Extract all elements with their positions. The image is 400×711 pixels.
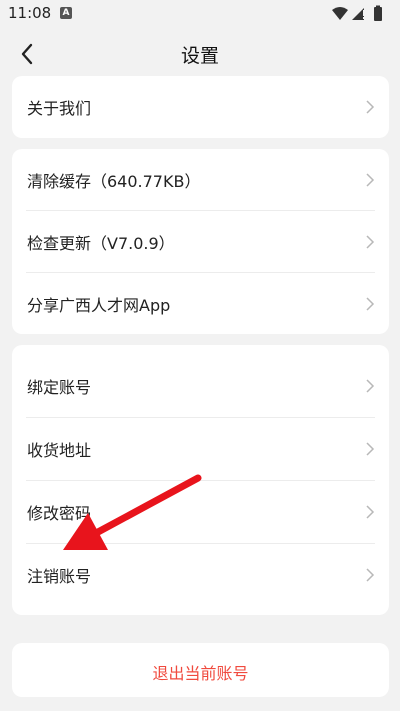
logout-label: 退出当前账号 (152, 664, 249, 683)
chevron-right-icon (366, 173, 375, 187)
settings-item-check-update[interactable]: 检查更新（V7.0.9） (12, 211, 389, 273)
settings-item-about-us[interactable]: 关于我们 (12, 76, 389, 138)
settings-item-cancel-account[interactable]: 注销账号 (12, 544, 389, 606)
settings-item-clear-cache[interactable]: 清除缓存（640.77KB） (12, 149, 389, 211)
chevron-right-icon (366, 297, 375, 311)
header: 设置 (0, 28, 400, 80)
settings-item-label: 检查更新（V7.0.9） (27, 234, 175, 253)
settings-item-label: 收货地址 (27, 441, 92, 460)
settings-item-label: 关于我们 (27, 99, 92, 118)
wifi-icon (332, 7, 348, 20)
chevron-right-icon (366, 379, 375, 393)
settings-item-label: 绑定账号 (27, 378, 92, 397)
status-time: 11:08 (8, 4, 52, 22)
status-bar: 11:08 A (0, 0, 400, 28)
chevron-right-icon (366, 505, 375, 519)
page-title: 设置 (180, 45, 219, 67)
chevron-right-icon (366, 235, 375, 249)
settings-card-app: 清除缓存（640.77KB） 检查更新（V7.0.9） 分享广西人才网App (12, 149, 389, 334)
settings-item-change-password[interactable]: 修改密码 (12, 481, 389, 543)
chevron-right-icon (366, 442, 375, 456)
battery-icon (374, 5, 382, 21)
chevron-right-icon (366, 100, 375, 114)
settings-item-label: 分享广西人才网App (27, 296, 171, 315)
status-icons (332, 5, 382, 21)
settings-item-label: 注销账号 (27, 567, 92, 586)
settings-item-share-app[interactable]: 分享广西人才网App (12, 273, 389, 334)
settings-card-about: 关于我们 (12, 76, 389, 138)
settings-item-shipping-address[interactable]: 收货地址 (12, 418, 389, 480)
settings-item-bind-account[interactable]: 绑定账号 (12, 355, 389, 417)
settings-item-label: 修改密码 (27, 504, 92, 523)
signal-icon (352, 8, 365, 20)
chevron-right-icon (366, 568, 375, 582)
notification-badge-icon: A (60, 7, 72, 19)
logout-button[interactable]: 退出当前账号 (12, 643, 389, 697)
settings-card-account: 绑定账号 收货地址 修改密码 注销账号 (12, 345, 389, 615)
settings-item-label: 清除缓存（640.77KB） (27, 172, 201, 191)
